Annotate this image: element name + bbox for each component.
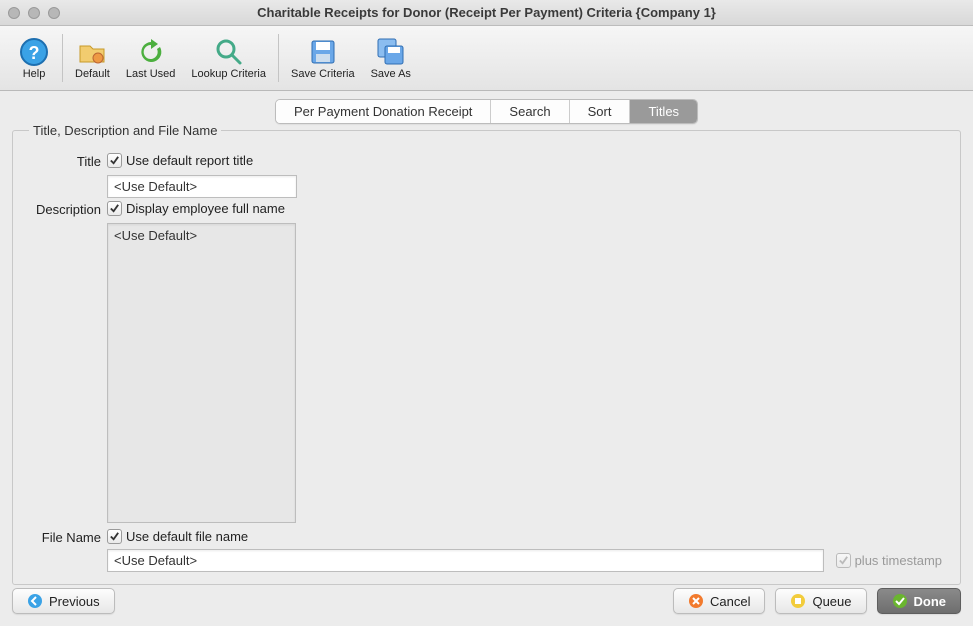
- previous-button[interactable]: Previous: [12, 588, 115, 614]
- checkbox-checked-icon: [107, 201, 122, 216]
- fieldset-legend: Title, Description and File Name: [29, 123, 221, 138]
- checkbox-checked-icon: [107, 529, 122, 544]
- done-button[interactable]: Done: [877, 588, 962, 614]
- title-input[interactable]: [107, 175, 297, 198]
- tab-titles[interactable]: Titles: [630, 100, 697, 123]
- plus-timestamp-checkbox: plus timestamp: [830, 553, 948, 568]
- cancel-label: Cancel: [710, 594, 750, 609]
- save-label: Save Criteria: [291, 68, 355, 80]
- previous-label: Previous: [49, 594, 100, 609]
- file-name-input[interactable]: [107, 549, 824, 572]
- display-employee-name-checkbox[interactable]: Display employee full name: [107, 200, 285, 216]
- save-icon: [307, 36, 339, 68]
- tab-sort[interactable]: Sort: [570, 100, 631, 123]
- tab-group: Per Payment Donation Receipt Search Sort…: [275, 99, 698, 124]
- toolbar: ? Help Default Last Used Lookup Criteria…: [0, 26, 973, 91]
- plus-timestamp-label: plus timestamp: [855, 553, 942, 568]
- last-used-label: Last Used: [126, 68, 176, 80]
- save-as-label: Save As: [371, 68, 411, 80]
- toolbar-separator: [62, 34, 63, 82]
- save-as-icon: [375, 36, 407, 68]
- cancel-icon: [688, 593, 704, 609]
- queue-icon: [790, 593, 806, 609]
- done-icon: [892, 593, 908, 609]
- tab-per-payment[interactable]: Per Payment Donation Receipt: [276, 100, 491, 123]
- default-button[interactable]: Default: [67, 28, 118, 88]
- lookup-criteria-button[interactable]: Lookup Criteria: [183, 28, 274, 88]
- title-label: Title: [25, 152, 107, 169]
- use-default-title-checkbox[interactable]: Use default report title: [107, 152, 253, 168]
- use-default-file-name-checkbox[interactable]: Use default file name: [107, 528, 248, 544]
- description-label: Description: [25, 200, 107, 217]
- queue-label: Queue: [812, 594, 851, 609]
- search-icon: [213, 36, 245, 68]
- checkbox-checked-icon: [836, 553, 851, 568]
- tab-search[interactable]: Search: [491, 100, 569, 123]
- refresh-icon: [135, 36, 167, 68]
- titlebar: Charitable Receipts for Donor (Receipt P…: [0, 0, 973, 26]
- toolbar-separator: [278, 34, 279, 82]
- lookup-label: Lookup Criteria: [191, 68, 266, 80]
- use-default-title-label: Use default report title: [126, 153, 253, 168]
- cancel-button[interactable]: Cancel: [673, 588, 765, 614]
- default-label: Default: [75, 68, 110, 80]
- checkbox-checked-icon: [107, 153, 122, 168]
- description-textarea[interactable]: [107, 223, 296, 523]
- last-used-button[interactable]: Last Used: [118, 28, 184, 88]
- file-name-label: File Name: [25, 528, 107, 545]
- help-button[interactable]: ? Help: [10, 28, 58, 88]
- window-title: Charitable Receipts for Donor (Receipt P…: [0, 5, 973, 20]
- arrow-left-icon: [27, 593, 43, 609]
- queue-button[interactable]: Queue: [775, 588, 866, 614]
- svg-text:?: ?: [29, 43, 40, 63]
- save-criteria-button[interactable]: Save Criteria: [283, 28, 363, 88]
- display-employee-name-label: Display employee full name: [126, 201, 285, 216]
- folder-default-icon: [76, 36, 108, 68]
- done-label: Done: [914, 594, 947, 609]
- use-default-file-name-label: Use default file name: [126, 529, 248, 544]
- help-label: Help: [23, 68, 46, 80]
- footer: Previous Cancel Queue Done: [12, 588, 961, 614]
- save-as-button[interactable]: Save As: [363, 28, 419, 88]
- help-icon: ?: [18, 36, 50, 68]
- title-description-fieldset: Title, Description and File Name Title U…: [12, 130, 961, 585]
